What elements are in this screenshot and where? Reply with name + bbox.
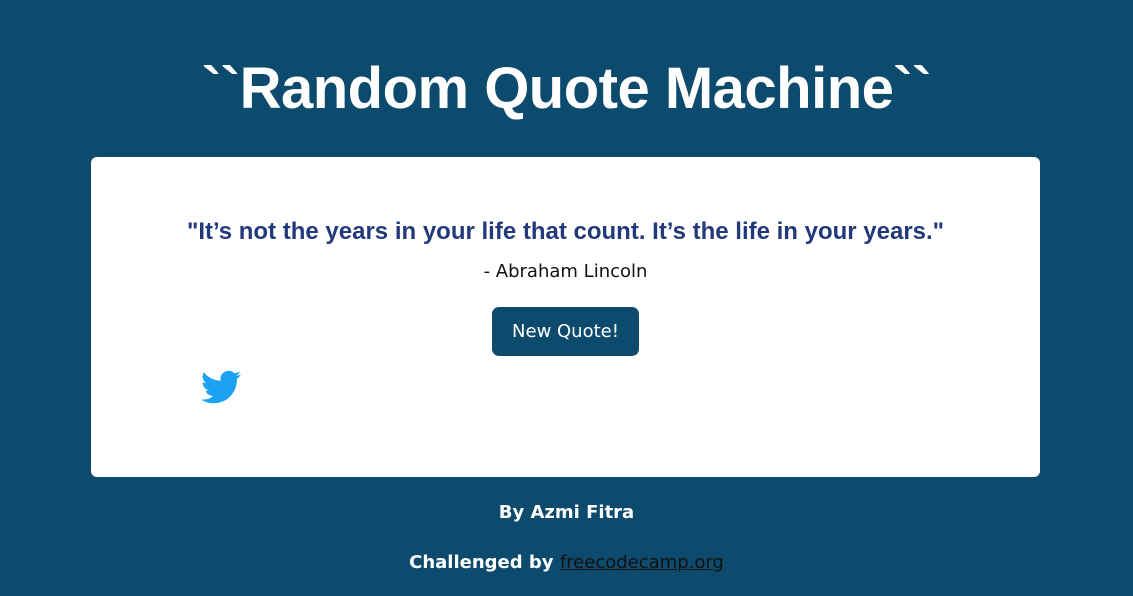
quote-text: "It’s not the years in your life that co… [186,218,945,245]
twitter-icon [201,370,242,404]
author-credit: By Azmi Fitra [498,502,635,523]
freecodecamp-link[interactable]: freecodecamp.org [560,552,724,573]
quote-box: "It’s not the years in your life that co… [91,157,1040,477]
quote-author: - Abraham Lincoln [483,261,648,282]
challenge-credit: Challenged by freecodecamp.org [0,550,1133,576]
new-quote-button[interactable]: New Quote! [492,307,639,356]
tweet-quote-link[interactable] [198,367,244,407]
challenge-prefix: Challenged by [409,552,554,573]
page-title: ``Random Quote Machine`` [201,56,932,121]
